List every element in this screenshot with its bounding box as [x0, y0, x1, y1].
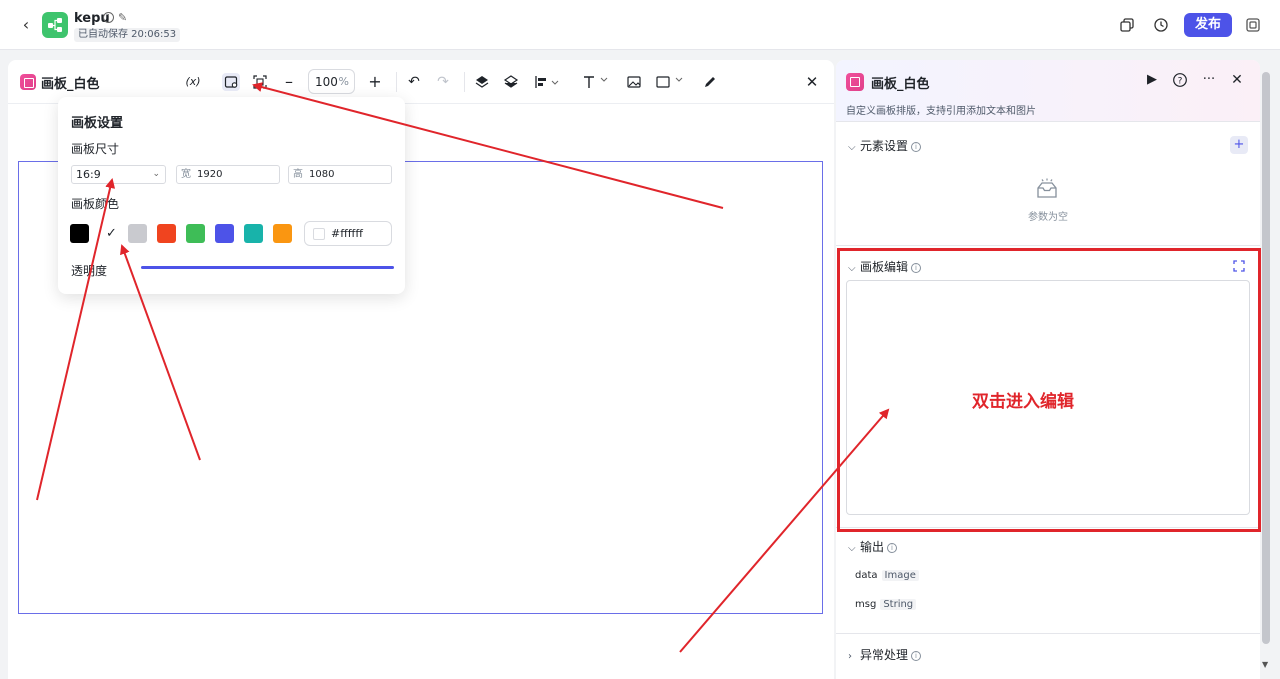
- info-icon: i: [887, 543, 898, 553]
- panel-toggle-icon[interactable]: [1245, 17, 1261, 33]
- exception-section-title: 异常处理: [860, 648, 909, 662]
- zoom-out-icon[interactable]: –: [280, 73, 298, 91]
- panel-description: 自定义画板排版，支持引用添加文本和图片: [846, 106, 1036, 117]
- width-value: 1920: [197, 169, 223, 180]
- canvas-title: 画板_白色: [41, 77, 100, 92]
- swatch-orange[interactable]: [273, 224, 292, 243]
- close-icon[interactable]: ✕: [803, 73, 821, 91]
- elements-section-title: 元素设置: [860, 139, 909, 153]
- app-logo: [42, 12, 68, 38]
- zoom-input[interactable]: 100 %: [308, 69, 355, 94]
- divider: [836, 633, 1260, 634]
- swatch-gray[interactable]: [128, 224, 147, 243]
- color-label: 画板颜色: [71, 197, 120, 211]
- exception-section-header[interactable]: › 异常处理 i: [848, 646, 922, 663]
- text-icon[interactable]: [581, 73, 611, 91]
- play-icon[interactable]: ▶: [1144, 72, 1160, 88]
- divider: [396, 72, 397, 92]
- output-type: Image: [881, 570, 919, 581]
- shape-icon[interactable]: [654, 73, 686, 91]
- output-name: data: [855, 570, 878, 581]
- swatch-teal[interactable]: [244, 224, 263, 243]
- chevron-down-icon: ⌵: [848, 543, 856, 554]
- redo-icon[interactable]: ↷: [434, 73, 452, 91]
- ratio-value: 16:9: [76, 168, 101, 181]
- output-name: msg: [855, 599, 877, 610]
- hex-color-input[interactable]: #ffffff: [304, 221, 392, 246]
- width-prefix: 宽: [181, 169, 191, 180]
- swatch-green[interactable]: [186, 224, 205, 243]
- canvas-node-icon: [20, 74, 36, 90]
- swatch-black[interactable]: [70, 224, 89, 243]
- scroll-down-icon[interactable]: ▼: [1262, 660, 1268, 669]
- swatch-white-selected[interactable]: ✓: [102, 224, 121, 243]
- workflow-icon: [48, 18, 62, 32]
- more-icon[interactable]: ···: [1201, 72, 1217, 88]
- autosave-status: 已自动保存 20:06:53: [74, 28, 181, 42]
- canvas-settings-icon[interactable]: [222, 73, 240, 91]
- popover-title: 画板设置: [71, 116, 124, 131]
- top-bar: ‹ kepu i ✎ 已自动保存 20:06:53 发布: [0, 0, 1280, 50]
- history-icon[interactable]: [1153, 17, 1169, 33]
- height-prefix: 高: [293, 169, 303, 180]
- height-input[interactable]: 高 1080: [288, 165, 392, 184]
- svg-text:?: ?: [1178, 76, 1183, 86]
- zoom-unit: %: [338, 75, 349, 88]
- copy-icon[interactable]: [1119, 17, 1135, 33]
- zoom-value: 100: [315, 75, 338, 89]
- divider: [836, 245, 1260, 246]
- scrollbar-thumb[interactable]: [1262, 72, 1270, 644]
- close-icon[interactable]: ✕: [1229, 72, 1245, 88]
- swatch-red[interactable]: [157, 224, 176, 243]
- zoom-in-icon[interactable]: +: [366, 73, 384, 91]
- swatch-blue[interactable]: [215, 224, 234, 243]
- output-type: String: [880, 599, 917, 610]
- image-icon[interactable]: [625, 73, 643, 91]
- canvas-node-icon: [846, 73, 864, 91]
- info-icon: i: [911, 142, 922, 152]
- chevron-left-icon[interactable]: ‹: [18, 16, 34, 34]
- ratio-select[interactable]: 16:9 ⌄: [71, 165, 166, 184]
- empty-box-icon: [1037, 178, 1057, 198]
- layer-up-icon[interactable]: [473, 73, 491, 91]
- output-row: msg String: [855, 599, 917, 610]
- opacity-slider[interactable]: [141, 266, 394, 269]
- panel-header: 画板_白色 ▶ ? ··· ✕ 自定义画板排版，支持引用添加文本和图片: [836, 60, 1260, 122]
- annotation-text: 双击进入编辑: [972, 392, 1074, 412]
- opacity-label: 透明度: [71, 264, 108, 278]
- variable-icon[interactable]: (x): [183, 73, 203, 91]
- output-row: data Image: [855, 570, 919, 581]
- hex-value: #ffffff: [331, 227, 363, 240]
- pen-icon[interactable]: [701, 73, 719, 91]
- edit-icon[interactable]: ✎: [118, 11, 127, 24]
- elements-section-header[interactable]: ⌵ 元素设置 i: [848, 137, 922, 154]
- layers-icon[interactable]: [502, 73, 520, 91]
- width-input[interactable]: 宽 1920: [176, 165, 280, 184]
- chevron-down-icon: ⌵: [848, 142, 856, 153]
- output-section-title: 输出: [860, 540, 885, 554]
- empty-text: 参数为空: [1028, 212, 1068, 223]
- panel-title: 画板_白色: [871, 77, 930, 92]
- size-label: 画板尺寸: [71, 142, 120, 156]
- height-value: 1080: [309, 169, 335, 180]
- align-icon[interactable]: [532, 73, 560, 91]
- chevron-right-icon: ›: [848, 651, 852, 662]
- publish-button[interactable]: 发布: [1184, 13, 1232, 37]
- fit-screen-icon[interactable]: [251, 73, 269, 91]
- info-icon[interactable]: i: [103, 12, 114, 23]
- output-section-header[interactable]: ⌵ 输出 i: [848, 538, 898, 555]
- help-icon[interactable]: ?: [1172, 72, 1188, 88]
- undo-icon[interactable]: ↶: [405, 73, 423, 91]
- chevron-down-icon: ⌄: [152, 169, 160, 179]
- divider: [464, 72, 465, 92]
- info-icon: i: [911, 651, 922, 661]
- hex-color-preview: [313, 228, 325, 240]
- canvas-settings-popover: 画板设置 画板尺寸 16:9 ⌄ 宽 1920 高 1080 画板颜色 ✓ #fff…: [58, 97, 405, 294]
- add-element-button[interactable]: +: [1230, 136, 1248, 154]
